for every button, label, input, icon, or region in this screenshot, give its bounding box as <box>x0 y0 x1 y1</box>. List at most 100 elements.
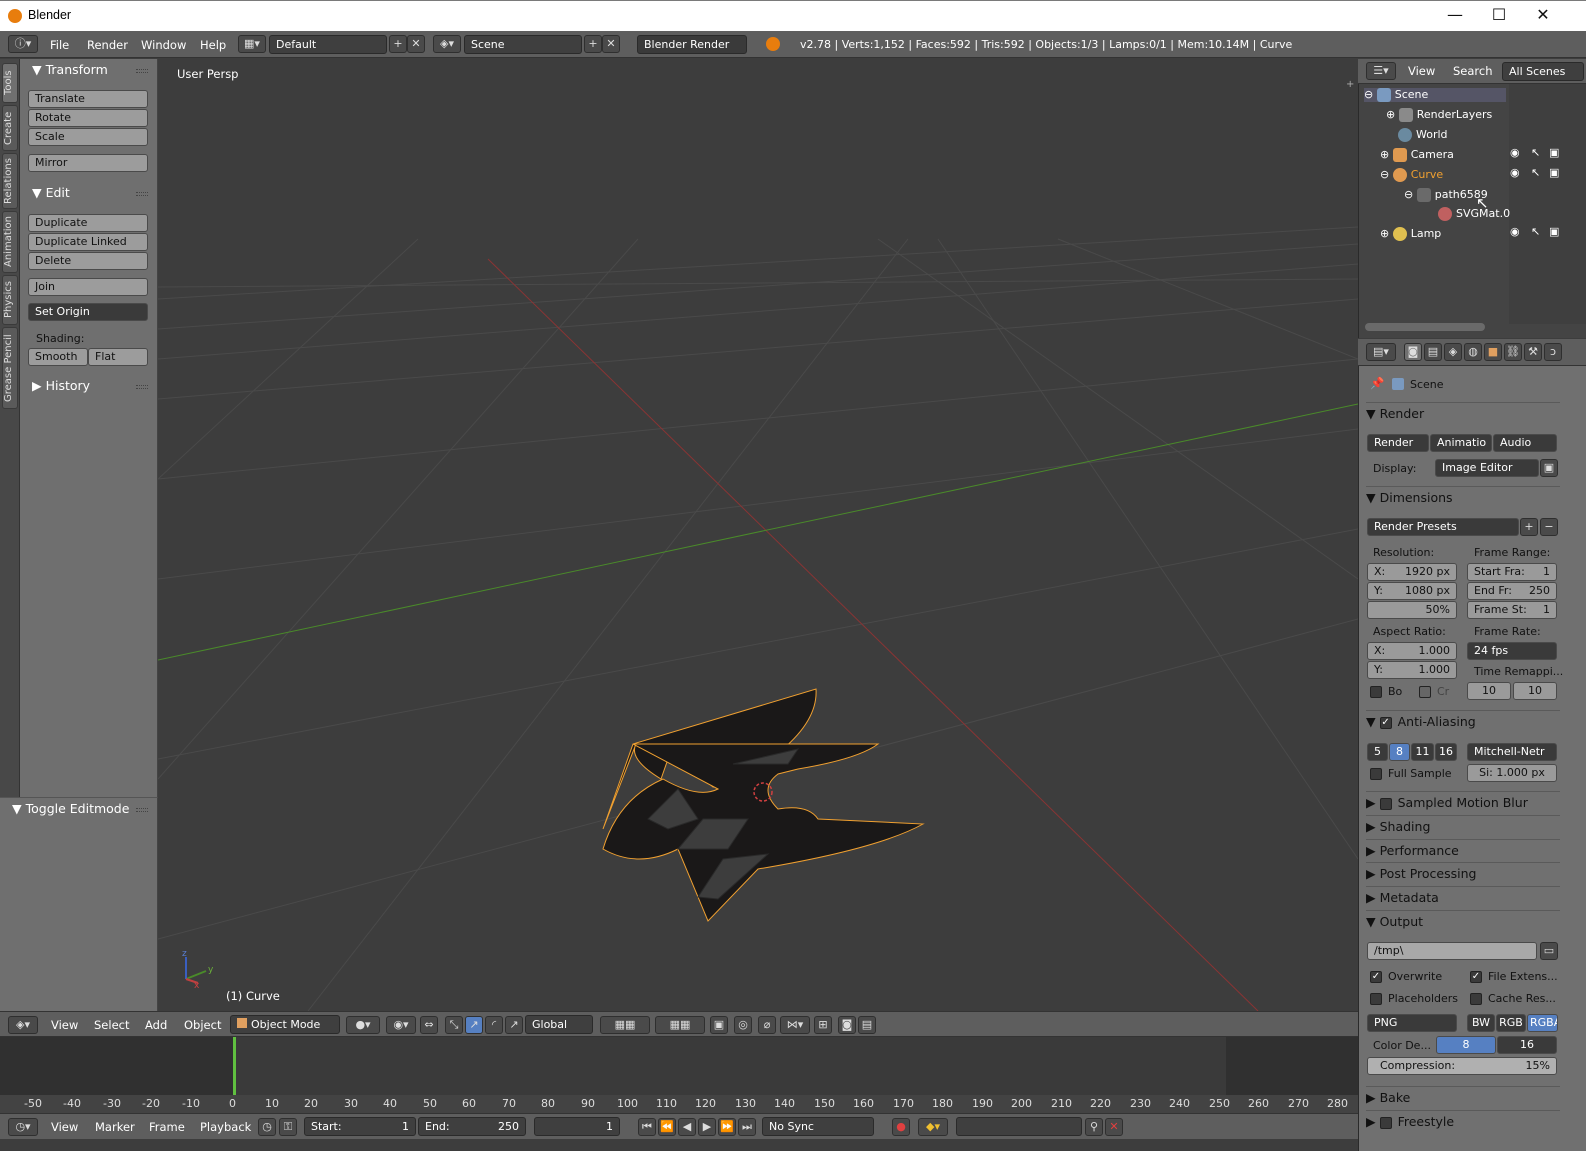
jump-keyframe-back-icon[interactable]: ⏪ <box>658 1118 676 1136</box>
rotate-button[interactable]: Rotate <box>28 109 148 127</box>
sync-mode-select[interactable]: No Sync <box>762 1117 874 1136</box>
render-camera-icon[interactable]: ▣ <box>1549 146 1559 159</box>
pivot-point-icon[interactable]: ◉▾ <box>386 1016 416 1034</box>
menu-view[interactable]: View <box>1408 64 1435 78</box>
sampled-motion-blur-panel-header[interactable]: ▶ Sampled Motion Blur <box>1366 791 1560 813</box>
manipulator-toggle-icon[interactable]: ⇔ <box>420 1016 438 1034</box>
select-arrow-icon[interactable]: ↖ <box>1531 225 1540 238</box>
performance-panel-header[interactable]: ▶ Performance <box>1366 839 1560 861</box>
compression-slider[interactable]: Compression: 15% <box>1367 1057 1557 1075</box>
layers-grid-2-icon[interactable]: ▦▦ <box>655 1016 705 1034</box>
motion-blur-checkbox[interactable] <box>1379 797 1392 810</box>
menu-search[interactable]: Search <box>1453 64 1493 78</box>
world-context-icon[interactable]: ◍ <box>1464 343 1482 361</box>
data-context-icon[interactable]: ↄ <box>1544 343 1562 361</box>
select-arrow-icon[interactable]: ↖ <box>1531 146 1540 159</box>
menu-frame[interactable]: Frame <box>149 1120 185 1134</box>
maximize-button[interactable]: ☐ <box>1476 1 1522 31</box>
keying-set-icon[interactable]: ◆▾ <box>918 1118 948 1136</box>
render-engine-select[interactable]: Blender Render <box>637 35 747 54</box>
crop-checkbox[interactable]: Cr <box>1419 685 1449 698</box>
pin-icon[interactable]: 📌 <box>1370 376 1384 390</box>
color-rgb-button[interactable]: RGB <box>1496 1014 1526 1032</box>
lock-layers-icon[interactable]: ▣ <box>710 1016 728 1034</box>
editor-type-info-icon[interactable]: ⓘ▾ <box>8 35 38 53</box>
collapse-icon[interactable]: ⊖ <box>1380 168 1393 181</box>
render-button[interactable]: Render <box>1367 434 1429 452</box>
mirror-button[interactable]: Mirror <box>28 154 148 172</box>
transform-orientation-select[interactable]: Global <box>525 1015 593 1034</box>
scale-button[interactable]: Scale <box>28 128 148 146</box>
visibility-eye-icon[interactable]: ◉ <box>1510 166 1520 179</box>
color-rgba-button[interactable]: RGBA <box>1527 1014 1558 1032</box>
current-frame-line[interactable] <box>233 1037 236 1095</box>
folder-browse-icon[interactable]: ▭ <box>1540 942 1558 960</box>
tab-physics[interactable]: Physics <box>2 275 18 325</box>
resolution-percentage-field[interactable]: 50% <box>1367 601 1457 619</box>
aspect-y-field[interactable]: Y: 1.000 <box>1367 661 1457 679</box>
outliner-scrollbar[interactable] <box>1365 323 1485 331</box>
record-icon[interactable]: ● <box>892 1118 910 1136</box>
expand-icon[interactable]: ⊕ <box>1380 148 1393 161</box>
scene-field[interactable]: Scene <box>464 35 582 54</box>
remove-layout-icon[interactable]: ✕ <box>407 35 425 53</box>
close-button[interactable]: ✕ <box>1520 1 1566 31</box>
panel-grip-icon[interactable] <box>136 192 148 196</box>
play-reverse-icon[interactable]: ◀ <box>678 1118 696 1136</box>
play-icon[interactable]: ▶ <box>698 1118 716 1136</box>
remove-scene-icon[interactable]: ✕ <box>602 35 620 53</box>
viewport-plus-icon[interactable]: + <box>1346 79 1354 90</box>
menu-render[interactable]: Render <box>87 38 128 52</box>
renderlayers-context-icon[interactable]: ▤ <box>1424 343 1442 361</box>
preview-range-icon[interactable]: ◷ <box>258 1118 276 1136</box>
freestyle-checkbox[interactable] <box>1379 1116 1392 1129</box>
expand-icon[interactable]: ⊕ <box>1380 227 1393 240</box>
file-format-select[interactable]: PNG <box>1367 1014 1457 1032</box>
full-sample-checkbox[interactable]: Full Sample <box>1370 767 1452 780</box>
viewport-canvas[interactable] <box>158 59 1358 1011</box>
menu-window[interactable]: Window <box>141 38 186 52</box>
smooth-button[interactable]: Smooth <box>28 348 88 366</box>
editor-type-outliner-icon[interactable]: ☰▾ <box>1366 62 1396 80</box>
visibility-eye-icon[interactable]: ◉ <box>1510 225 1520 238</box>
collapse-icon[interactable]: ⊖ <box>1404 188 1417 201</box>
outliner-row-material[interactable]: SVGMat.0 <box>1438 207 1510 221</box>
bake-panel-header[interactable]: ▶ Bake <box>1366 1086 1560 1108</box>
snap-element-icon[interactable]: ⋈▾ <box>780 1016 810 1034</box>
panel-edit-header[interactable]: ▼ Edit <box>32 185 70 200</box>
file-extensions-checkbox[interactable]: ✓ File Extens... <box>1470 970 1558 983</box>
aa-samples-5[interactable]: 5 <box>1367 743 1388 761</box>
jump-start-icon[interactable]: ⏮ <box>638 1118 656 1136</box>
outliner-row-curve[interactable]: ⊖ Curve <box>1380 168 1443 182</box>
start-frame-field[interactable]: Start Fra: 1 <box>1467 563 1557 581</box>
menu-select[interactable]: Select <box>94 1018 129 1032</box>
frame-step-field[interactable]: Frame St: 1 <box>1467 601 1557 619</box>
transform-manipulator-icon[interactable]: ↗ <box>505 1016 523 1034</box>
end-frame-field[interactable]: End: 250 <box>418 1117 526 1136</box>
insert-keyframe-icon[interactable]: ⚲ <box>1085 1118 1103 1136</box>
tab-relations[interactable]: Relations <box>2 153 18 209</box>
panel-toggle-editmode-header[interactable]: ▼ Toggle Editmode <box>12 801 129 816</box>
add-scene-icon[interactable]: + <box>584 35 602 53</box>
panel-grip-icon[interactable] <box>136 808 148 812</box>
color-depth-8-button[interactable]: 8 <box>1436 1036 1496 1054</box>
interaction-mode-select[interactable]: Object Mode <box>230 1015 340 1034</box>
timeline-ruler[interactable]: -50 -40 -30 -20 -10 0 10 20 30 40 50 60 … <box>0 1095 1358 1113</box>
render-opengl-icon[interactable]: ◙ <box>838 1016 856 1034</box>
outliner-row-renderlayers[interactable]: ⊕ RenderLayers <box>1386 108 1492 122</box>
translate-button[interactable]: Translate <box>28 90 148 108</box>
anti-aliasing-panel-header[interactable]: ▼ ✓ Anti-Aliasing <box>1366 710 1560 732</box>
outliner-row-camera[interactable]: ⊕ Camera <box>1380 148 1454 162</box>
editor-type-3dview-icon[interactable]: ◈▾ <box>8 1016 38 1034</box>
jump-keyframe-forward-icon[interactable]: ⏩ <box>718 1118 736 1136</box>
delete-button[interactable]: Delete <box>28 252 148 270</box>
color-depth-16-button[interactable]: 16 <box>1497 1036 1557 1054</box>
display-select[interactable]: Image Editor <box>1435 459 1539 477</box>
modifiers-context-icon[interactable]: ⚒ <box>1524 343 1542 361</box>
render-camera-icon[interactable]: ▣ <box>1549 225 1559 238</box>
trident-curve-object[interactable] <box>602 688 925 922</box>
aspect-x-field[interactable]: X: 1.000 <box>1367 642 1457 660</box>
outliner-row-lamp[interactable]: ⊕ Lamp <box>1380 227 1441 241</box>
freestyle-panel-header[interactable]: ▶ Freestyle <box>1366 1110 1560 1132</box>
select-arrow-icon[interactable]: ↖ <box>1531 166 1540 179</box>
